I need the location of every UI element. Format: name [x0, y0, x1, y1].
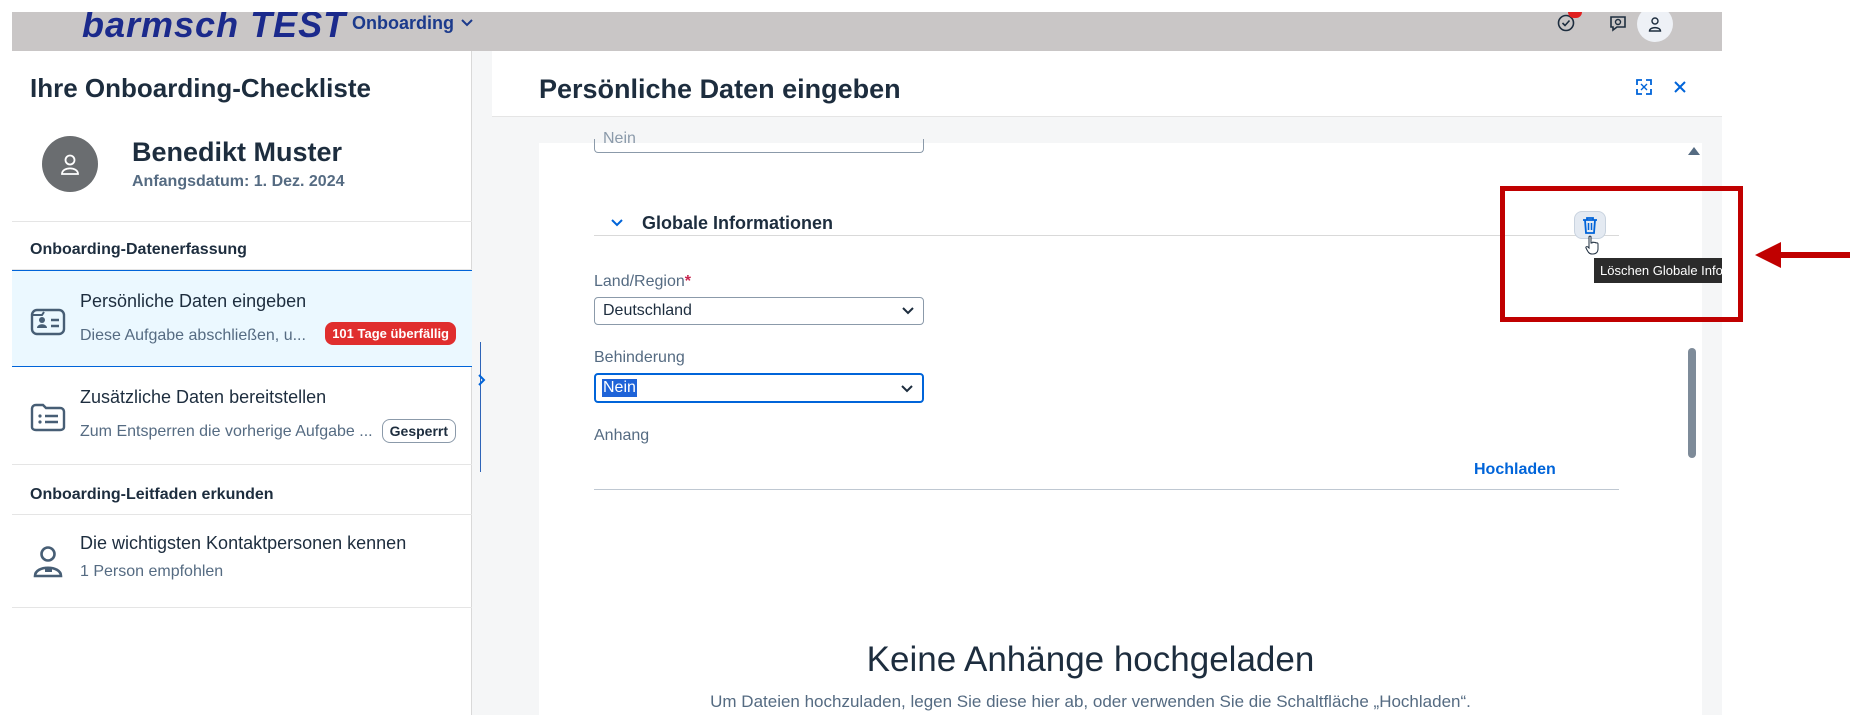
fullscreen-button[interactable]: [1631, 75, 1657, 99]
person-icon: [1648, 17, 1662, 32]
person-icon: [61, 154, 79, 175]
chevron-down-icon: [901, 385, 913, 393]
chat-bubble-icon: [1610, 16, 1626, 32]
task-detail-panel: Persönliche Daten eingeben Nein Globale …: [492, 51, 1722, 715]
checklist-title: Ihre Onboarding-Checkliste: [30, 73, 371, 103]
country-label: Land/Region*: [594, 273, 691, 291]
fullscreen-icon: [1636, 79, 1652, 95]
tasks-button[interactable]: [1552, 12, 1582, 34]
profile-avatar: [42, 136, 98, 192]
task-item-personal-data[interactable]: Persönliche Daten eingeben Diese Aufgabe…: [12, 270, 472, 367]
close-icon: [1674, 81, 1686, 93]
divider: [12, 464, 472, 465]
previous-select-value: Nein: [603, 130, 636, 147]
country-label-text: Land/Region: [594, 273, 685, 290]
shell-bar: barmsch TEST Onboarding: [12, 12, 1722, 51]
overdue-badge: 101 Tage überfällig: [325, 322, 456, 345]
chevron-down-icon: [461, 19, 473, 27]
section-title: Globale Informationen: [642, 213, 834, 233]
divider: [12, 221, 472, 222]
annotation-highlight-box: [1500, 186, 1743, 322]
user-avatar-button[interactable]: [1637, 12, 1673, 42]
attachment-label: Anhang: [594, 427, 650, 444]
divider: [12, 607, 472, 608]
scrollbar-thumb[interactable]: [1688, 348, 1696, 458]
task-title: Zusätzliche Daten bereitstellen: [80, 387, 327, 407]
profile-name: Benedikt Muster: [132, 137, 343, 167]
disability-select[interactable]: Nein: [594, 373, 924, 403]
id-card-icon: [28, 301, 68, 341]
previous-select-field[interactable]: Nein: [594, 130, 924, 153]
upload-button[interactable]: Hochladen: [1474, 461, 1556, 479]
locked-badge: Gesperrt: [381, 419, 456, 443]
app-window: barmsch TEST Onboarding Ihre Onboarding-…: [12, 12, 1722, 715]
task-title: Persönliche Daten eingeben: [80, 291, 307, 311]
chevron-right-icon: [478, 374, 486, 386]
attachment-divider: [594, 489, 1619, 490]
task-item-contacts[interactable]: Die wichtigsten Kontaktpersonen kennen 1…: [12, 515, 472, 607]
empty-state-subtitle: Um Dateien hochzuladen, legen Sie diese …: [710, 692, 1471, 711]
joule-assistant-button[interactable]: [1604, 12, 1632, 34]
detail-title: Persönliche Daten eingeben: [539, 74, 901, 104]
scroll-up-arrow[interactable]: [1688, 147, 1700, 155]
group-heading: Onboarding-Datenerfassung: [30, 241, 247, 258]
app-menu-button[interactable]: Onboarding: [352, 12, 474, 34]
list-folder-icon: [28, 397, 68, 437]
task-subtitle: Diese Aufgabe abschließen, u...: [80, 327, 306, 344]
empty-state-title: Keine Anhänge hochgeladen: [866, 640, 1315, 679]
chevron-down-icon: [902, 307, 914, 315]
required-marker: *: [684, 273, 691, 290]
notification-badge: [1568, 12, 1582, 18]
group-heading: Onboarding-Leitfaden erkunden: [30, 486, 274, 503]
task-subtitle: 1 Person empfohlen: [80, 563, 224, 580]
task-subtitle: Zum Entsperren die vorherige Aufgabe ...: [80, 423, 373, 440]
expand-panel-button[interactable]: [473, 368, 489, 392]
country-select-value: Deutschland: [603, 302, 692, 319]
close-button[interactable]: [1667, 75, 1693, 99]
section-header-global-info[interactable]: Globale Informationen: [594, 211, 1619, 236]
contact-person-icon: [28, 541, 68, 581]
app-menu-label: Onboarding: [352, 12, 454, 33]
chevron-down-icon[interactable]: [608, 215, 626, 231]
disability-label: Behinderung: [594, 349, 685, 366]
company-logo[interactable]: barmsch TEST: [82, 12, 346, 46]
panel-splitter[interactable]: [480, 342, 481, 472]
profile-start-date: Anfangsdatum: 1. Dez. 2024: [132, 173, 345, 190]
country-select[interactable]: Deutschland: [594, 297, 924, 325]
checklist-panel: Ihre Onboarding-Checkliste Benedikt Must…: [12, 51, 472, 715]
annotation-arrow-icon: [1755, 242, 1850, 268]
task-title: Die wichtigsten Kontaktpersonen kennen: [80, 533, 407, 553]
detail-header: Persönliche Daten eingeben: [492, 51, 1722, 117]
disability-select-value: Nein: [602, 379, 637, 397]
task-item-additional-data[interactable]: Zusätzliche Daten bereitstellen Zum Ents…: [12, 367, 472, 464]
